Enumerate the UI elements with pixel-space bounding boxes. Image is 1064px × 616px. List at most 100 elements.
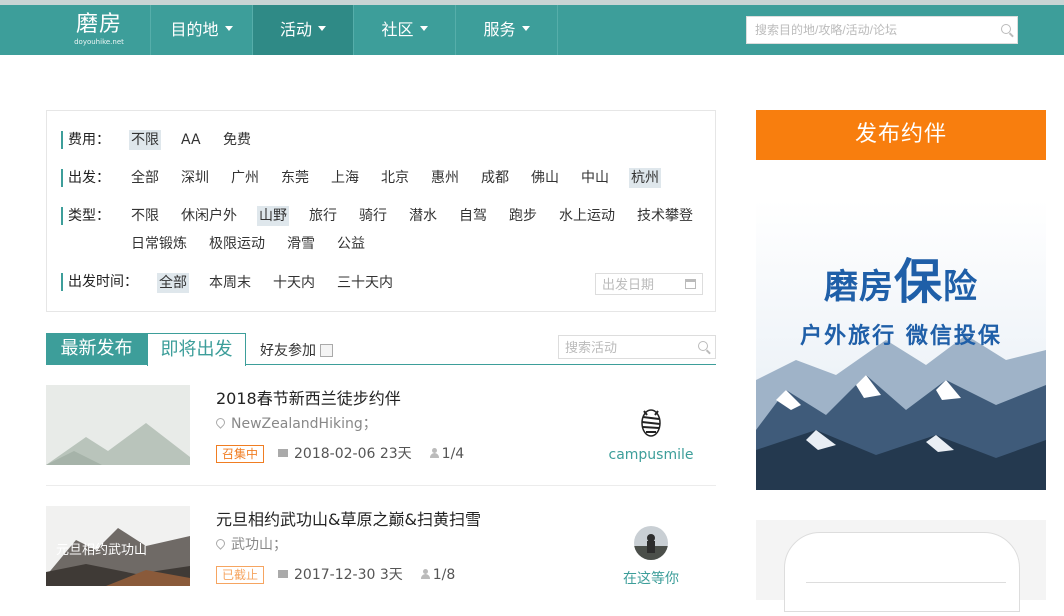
filter-option[interactable]: 全部 <box>157 273 189 293</box>
filter-option[interactable]: 骑行 <box>357 206 389 226</box>
activity-list-item[interactable]: 元旦相约武功山 元旦相约武功山&草原之巅&扫黄扫雪 武功山； 已截止 2017-1… <box>46 506 716 616</box>
filter-option[interactable]: 潜水 <box>407 206 439 226</box>
activity-location: 武功山； <box>214 534 287 554</box>
ad-title-emphasis: 保 <box>893 254 943 310</box>
filter-option[interactable]: 旅行 <box>307 206 339 226</box>
caret-down-icon <box>419 26 428 31</box>
sidebar-widget <box>756 520 1046 612</box>
filter-option[interactable]: 本周末 <box>207 273 253 293</box>
activity-tab-bar: 最新发布 即将出发 好友参加 <box>46 333 716 366</box>
status-badge: 已截止 <box>216 566 265 584</box>
filter-option[interactable]: 全部 <box>129 168 161 188</box>
caret-down-icon <box>318 26 326 31</box>
filter-option[interactable]: 成都 <box>479 168 511 188</box>
filter-option[interactable]: 佛山 <box>529 168 561 188</box>
filter-label: 出发： <box>61 169 110 187</box>
list-divider <box>46 485 716 486</box>
activity-thumbnail[interactable] <box>46 385 190 465</box>
activity-organizer[interactable]: campusmile <box>586 447 716 463</box>
activity-search-input[interactable] <box>559 336 689 358</box>
friends-checkbox[interactable] <box>320 343 333 357</box>
filter-option[interactable]: 免费 <box>221 130 253 150</box>
activity-location-text: 武功山； <box>231 537 287 553</box>
filter-option[interactable]: 三十天内 <box>335 273 395 293</box>
post-companion-button[interactable]: 发布约伴 <box>756 110 1046 160</box>
nav-item-label: 社区 <box>381 20 414 39</box>
filter-option[interactable]: 惠州 <box>429 168 461 188</box>
filter-option[interactable]: 广州 <box>229 168 261 188</box>
filter-label: 类型： <box>61 207 110 225</box>
activity-meta: 召集中 2018-02-06 23天 1/4 <box>216 443 464 463</box>
nav-item-community[interactable]: 社区 <box>354 5 455 55</box>
wugong-mountain-image: 元旦相约武功山 <box>46 506 190 586</box>
status-badge: 召集中 <box>216 445 265 463</box>
activity-search-box <box>558 335 716 359</box>
filter-option[interactable]: 极限运动 <box>207 234 267 254</box>
filter-label: 费用： <box>61 131 110 149</box>
ad-subtitle: 户外旅行 微信投保 <box>800 324 1002 349</box>
avatar[interactable] <box>634 526 668 560</box>
tab-upcoming[interactable]: 即将出发 <box>147 333 246 366</box>
caret-down-icon <box>521 26 530 31</box>
site-search-box <box>746 16 1018 44</box>
search-icon[interactable] <box>698 341 708 351</box>
depart-date-input[interactable] <box>596 274 676 295</box>
activity-location: NewZealandHiking； <box>214 413 377 433</box>
logo-text: 磨房 <box>75 12 122 37</box>
site-search-input[interactable] <box>747 17 987 43</box>
nav-item-service[interactable]: 服务 <box>456 5 557 55</box>
widget-frame <box>784 532 1020 612</box>
friends-filter-label: 好友参加 <box>260 343 316 359</box>
activity-meta: 已截止 2017-12-30 3天 1/8 <box>216 564 455 584</box>
filter-option[interactable]: 自驾 <box>457 206 489 226</box>
search-icon[interactable] <box>1001 24 1011 34</box>
filter-label: 出发时间： <box>61 273 138 291</box>
filter-option[interactable]: 日常锻炼 <box>129 234 189 254</box>
filter-option[interactable]: 深圳 <box>179 168 211 188</box>
nav-item-activity[interactable]: 活动 <box>253 5 353 55</box>
top-navigation-bar: 磨房 doyouhike.net 目的地 活动 社区 服务 <box>0 5 1064 55</box>
activity-date: 2017-12-30 <box>294 567 376 583</box>
filter-option[interactable]: AA <box>179 130 203 150</box>
filter-option[interactable]: 十天内 <box>271 273 317 293</box>
nav-item-destination[interactable]: 目的地 <box>151 5 252 55</box>
filter-option[interactable]: 技术攀登 <box>635 206 695 226</box>
participants-icon <box>420 569 430 579</box>
filter-option[interactable]: 滑雪 <box>285 234 317 254</box>
avatar[interactable] <box>634 405 668 439</box>
activity-list-item[interactable]: 2018春节新西兰徒步约伴 NewZealandHiking； 召集中 2018-… <box>46 385 716 495</box>
ad-title: 磨房保险 <box>756 242 1046 312</box>
filter-option[interactable]: 水上运动 <box>557 206 617 226</box>
activity-members: 1/4 <box>441 446 465 462</box>
depart-date-picker <box>595 273 703 295</box>
filter-option[interactable]: 中山 <box>579 168 611 188</box>
site-logo[interactable]: 磨房 doyouhike.net <box>70 13 128 49</box>
filter-option[interactable]: 公益 <box>335 234 367 254</box>
activity-duration: 23天 <box>379 446 412 462</box>
tab-latest[interactable]: 最新发布 <box>46 333 147 365</box>
widget-divider <box>806 582 1006 583</box>
filter-option[interactable]: 不限 <box>129 130 161 150</box>
filter-option[interactable]: 休闲户外 <box>179 206 239 226</box>
activity-organizer[interactable]: 在这等你 <box>586 568 716 588</box>
location-pin-icon <box>214 416 227 429</box>
filter-option[interactable]: 跑步 <box>507 206 539 226</box>
nav-item-label: 目的地 <box>170 20 219 39</box>
insurance-ad-banner[interactable]: 磨房保险 户外旅行 微信投保 <box>756 200 1046 490</box>
filter-option[interactable]: 山野 <box>257 206 289 226</box>
activity-filter-panel: 费用： 不限 AA 免费 出发： 全部 深圳 广州 东莞 上海 北京 惠州 成都… <box>46 110 716 312</box>
friends-filter[interactable]: 好友参加 <box>260 340 333 360</box>
activity-location-text: NewZealandHiking； <box>231 416 377 432</box>
ad-title-left: 磨房 <box>823 267 894 307</box>
filter-option[interactable]: 东莞 <box>279 168 311 188</box>
nav-item-label: 活动 <box>279 20 312 39</box>
activity-thumbnail[interactable]: 元旦相约武功山 <box>46 506 190 586</box>
activity-title[interactable]: 2018春节新西兰徒步约伴 <box>216 385 401 409</box>
filter-option[interactable]: 上海 <box>329 168 361 188</box>
calendar-icon[interactable] <box>685 279 696 289</box>
filter-option[interactable]: 不限 <box>129 206 161 226</box>
caret-down-icon <box>224 26 233 31</box>
activity-title[interactable]: 元旦相约武功山&草原之巅&扫黄扫雪 <box>216 506 481 530</box>
filter-option[interactable]: 北京 <box>379 168 411 188</box>
filter-option[interactable]: 杭州 <box>629 168 661 188</box>
